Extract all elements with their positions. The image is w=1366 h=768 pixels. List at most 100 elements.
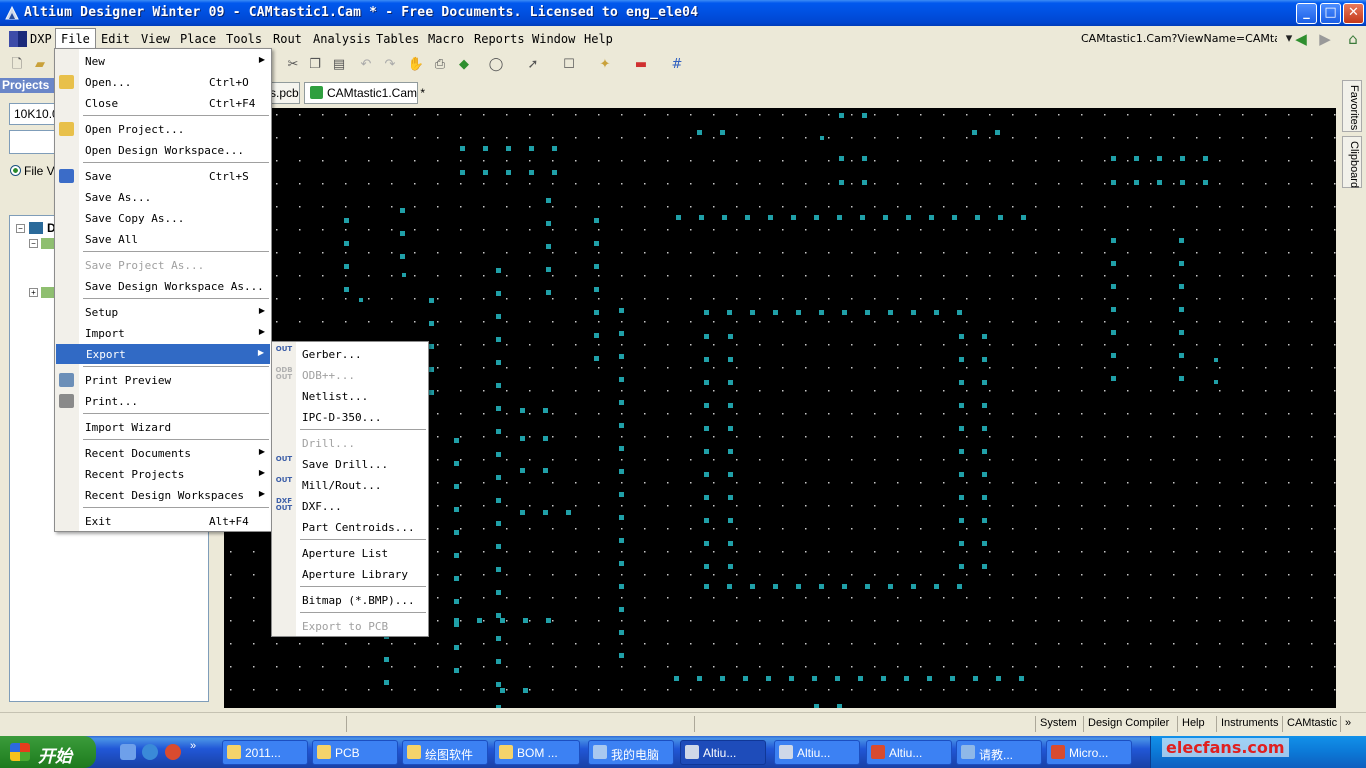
- taskbar-button[interactable]: 我的电脑: [588, 740, 674, 765]
- paste-icon[interactable]: ▤: [330, 56, 348, 74]
- menu-reports[interactable]: Reports: [474, 32, 525, 46]
- new-document-icon[interactable]: 🗋: [8, 56, 26, 74]
- tab-clipboard[interactable]: Clipboard: [1342, 136, 1362, 188]
- menu-analysis[interactable]: Analysis: [313, 32, 371, 46]
- export-menu-item-mill-rout[interactable]: OUT Mill/Rout...: [272, 475, 428, 495]
- file-menu-item-close[interactable]: Close Ctrl+F4: [55, 93, 271, 113]
- select-arrow-icon[interactable]: ➚: [524, 56, 542, 74]
- file-menu-item-save-all[interactable]: Save All: [55, 229, 271, 249]
- taskbar-button[interactable]: 请教...: [956, 740, 1042, 765]
- file-menu-item-recent-projects[interactable]: Recent Projects ▶: [55, 464, 271, 484]
- taskbar-button[interactable]: Altiu...: [680, 740, 766, 765]
- taskbar-button[interactable]: BOM ...: [494, 740, 580, 765]
- taskbar-button[interactable]: Micro...: [1046, 740, 1132, 765]
- address-combo[interactable]: CAMtastic1.Cam?ViewName=CAMtast: [1077, 30, 1277, 49]
- quicklaunch-desktop-icon[interactable]: [120, 744, 136, 760]
- quicklaunch-app-icon[interactable]: [165, 744, 181, 760]
- export-menu-item-export-to-pcb[interactable]: Export to PCB: [272, 616, 428, 636]
- tab-favorites[interactable]: Favorites: [1342, 80, 1362, 132]
- file-menu-item-save-project-as[interactable]: Save Project As...: [55, 255, 271, 275]
- taskbar-button[interactable]: Altiu...: [774, 740, 860, 765]
- file-menu-item-import-wizard[interactable]: Import Wizard: [55, 417, 271, 437]
- close-button[interactable]: ✕: [1343, 3, 1364, 24]
- file-menu-item-import[interactable]: Import ▶: [55, 323, 271, 343]
- file-menu-item-save-copy-as[interactable]: Save Copy As...: [55, 208, 271, 228]
- tab-camtastic[interactable]: CAMtastic1.Cam *: [304, 82, 425, 104]
- file-menu-item-open[interactable]: Open... Ctrl+O: [55, 72, 271, 92]
- redo-icon[interactable]: ↷: [381, 56, 399, 74]
- taskbar-button[interactable]: 绘图软件: [402, 740, 488, 765]
- menu-view[interactable]: View: [141, 32, 170, 46]
- menu-rout[interactable]: Rout: [273, 32, 302, 46]
- menu-window[interactable]: Window: [532, 32, 575, 46]
- altium-app-icon[interactable]: [4, 5, 20, 21]
- gerber-icon[interactable]: ◆: [455, 56, 473, 74]
- status-instruments[interactable]: Instruments: [1216, 716, 1282, 732]
- taskbar-button[interactable]: Altiu...: [866, 740, 952, 765]
- grid-icon[interactable]: #: [668, 56, 686, 74]
- taskbar-button[interactable]: PCB: [312, 740, 398, 765]
- export-menu-item-dxf[interactable]: DXF OUT DXF...: [272, 496, 428, 516]
- lasso-select-icon[interactable]: ◯: [487, 56, 505, 74]
- maximize-button[interactable]: □: [1320, 3, 1341, 24]
- file-menu-item-save-design-workspace-as[interactable]: Save Design Workspace As...: [55, 276, 271, 296]
- file-menu-item-export[interactable]: Export ▶: [56, 344, 270, 364]
- file-menu-item-recent-documents[interactable]: Recent Documents ▶: [55, 443, 271, 463]
- back-icon[interactable]: ◀: [1292, 30, 1310, 48]
- file-menu-item-setup[interactable]: Setup ▶: [55, 302, 271, 322]
- file-menu-item-exit[interactable]: Exit Alt+F4: [55, 511, 271, 531]
- highlight-icon[interactable]: ✦: [596, 56, 614, 74]
- file-menu-item-open-project[interactable]: Open Project...: [55, 119, 271, 139]
- export-menu-item-drill[interactable]: Drill...: [272, 433, 428, 453]
- copy-icon[interactable]: ❐: [306, 56, 324, 74]
- file-menu-item-print-preview[interactable]: Print Preview: [55, 370, 271, 390]
- file-menu-item-new[interactable]: New ▶: [55, 51, 271, 71]
- export-menu-item-netlist[interactable]: Netlist...: [272, 386, 428, 406]
- tree-expander-icon[interactable]: −: [29, 239, 38, 248]
- menu-help[interactable]: Help: [584, 32, 613, 46]
- quicklaunch-more-icon[interactable]: »: [190, 740, 206, 756]
- print-icon[interactable]: ⎙: [431, 56, 449, 74]
- file-view-radio[interactable]: File V: [10, 164, 55, 178]
- tree-expander-icon[interactable]: −: [16, 224, 25, 233]
- menu-edit[interactable]: Edit: [101, 32, 130, 46]
- menu-tools[interactable]: Tools: [226, 32, 262, 46]
- tree-expander-icon[interactable]: +: [29, 288, 38, 297]
- undo-icon[interactable]: ↶: [357, 56, 375, 74]
- export-menu-item-part-centroids[interactable]: Part Centroids...: [272, 517, 428, 537]
- start-button[interactable]: 开始: [0, 736, 96, 768]
- radio-selected-icon[interactable]: [10, 165, 21, 176]
- cut-icon[interactable]: ✂: [284, 56, 302, 74]
- forward-icon[interactable]: ▶: [1316, 30, 1334, 48]
- file-menu-item-recent-design-workspaces[interactable]: Recent Design Workspaces ▶: [55, 485, 271, 505]
- status-camtastic[interactable]: CAMtastic: [1282, 716, 1341, 732]
- export-menu-item-aperture-library[interactable]: Aperture Library: [272, 564, 428, 584]
- file-menu-item-open-design-workspace[interactable]: Open Design Workspace...: [55, 140, 271, 160]
- menu-place[interactable]: Place: [180, 32, 216, 46]
- menu-dxp[interactable]: DXP: [30, 32, 52, 46]
- export-menu-item-save-drill[interactable]: OUT Save Drill...: [272, 454, 428, 474]
- home-icon[interactable]: ⌂: [1344, 30, 1362, 48]
- quicklaunch-ie-icon[interactable]: [142, 744, 158, 760]
- export-menu-item-bitmap-bmp[interactable]: Bitmap (*.BMP)...: [272, 590, 428, 610]
- export-menu-item-ipc-d-350[interactable]: IPC-D-350...: [272, 407, 428, 427]
- pan-hand-icon[interactable]: ✋: [407, 56, 425, 74]
- status-help[interactable]: Help: [1177, 716, 1209, 732]
- menu-tables[interactable]: Tables: [376, 32, 419, 46]
- export-menu-item-odb[interactable]: ODB OUT ODB++...: [272, 365, 428, 385]
- color-layer-icon[interactable]: ▬: [632, 56, 650, 74]
- file-menu-item-save-as[interactable]: Save As...: [55, 187, 271, 207]
- export-menu-item-aperture-list[interactable]: Aperture List: [272, 543, 428, 563]
- status-more[interactable]: »: [1340, 716, 1355, 732]
- rectangle-icon[interactable]: ☐: [560, 56, 578, 74]
- open-folder-icon[interactable]: ▰: [31, 56, 49, 74]
- tab-pcb[interactable]: s.pcb: [268, 82, 300, 104]
- file-menu-item-print[interactable]: Print...: [55, 391, 271, 411]
- status-design-compiler[interactable]: Design Compiler: [1083, 716, 1173, 732]
- export-menu-item-gerber[interactable]: OUT Gerber...: [272, 344, 428, 364]
- taskbar-button[interactable]: 2011...: [222, 740, 308, 765]
- menu-file[interactable]: File: [55, 28, 96, 49]
- status-system[interactable]: System: [1035, 716, 1081, 732]
- file-menu-item-save[interactable]: Save Ctrl+S: [55, 166, 271, 186]
- minimize-button[interactable]: _: [1296, 3, 1317, 24]
